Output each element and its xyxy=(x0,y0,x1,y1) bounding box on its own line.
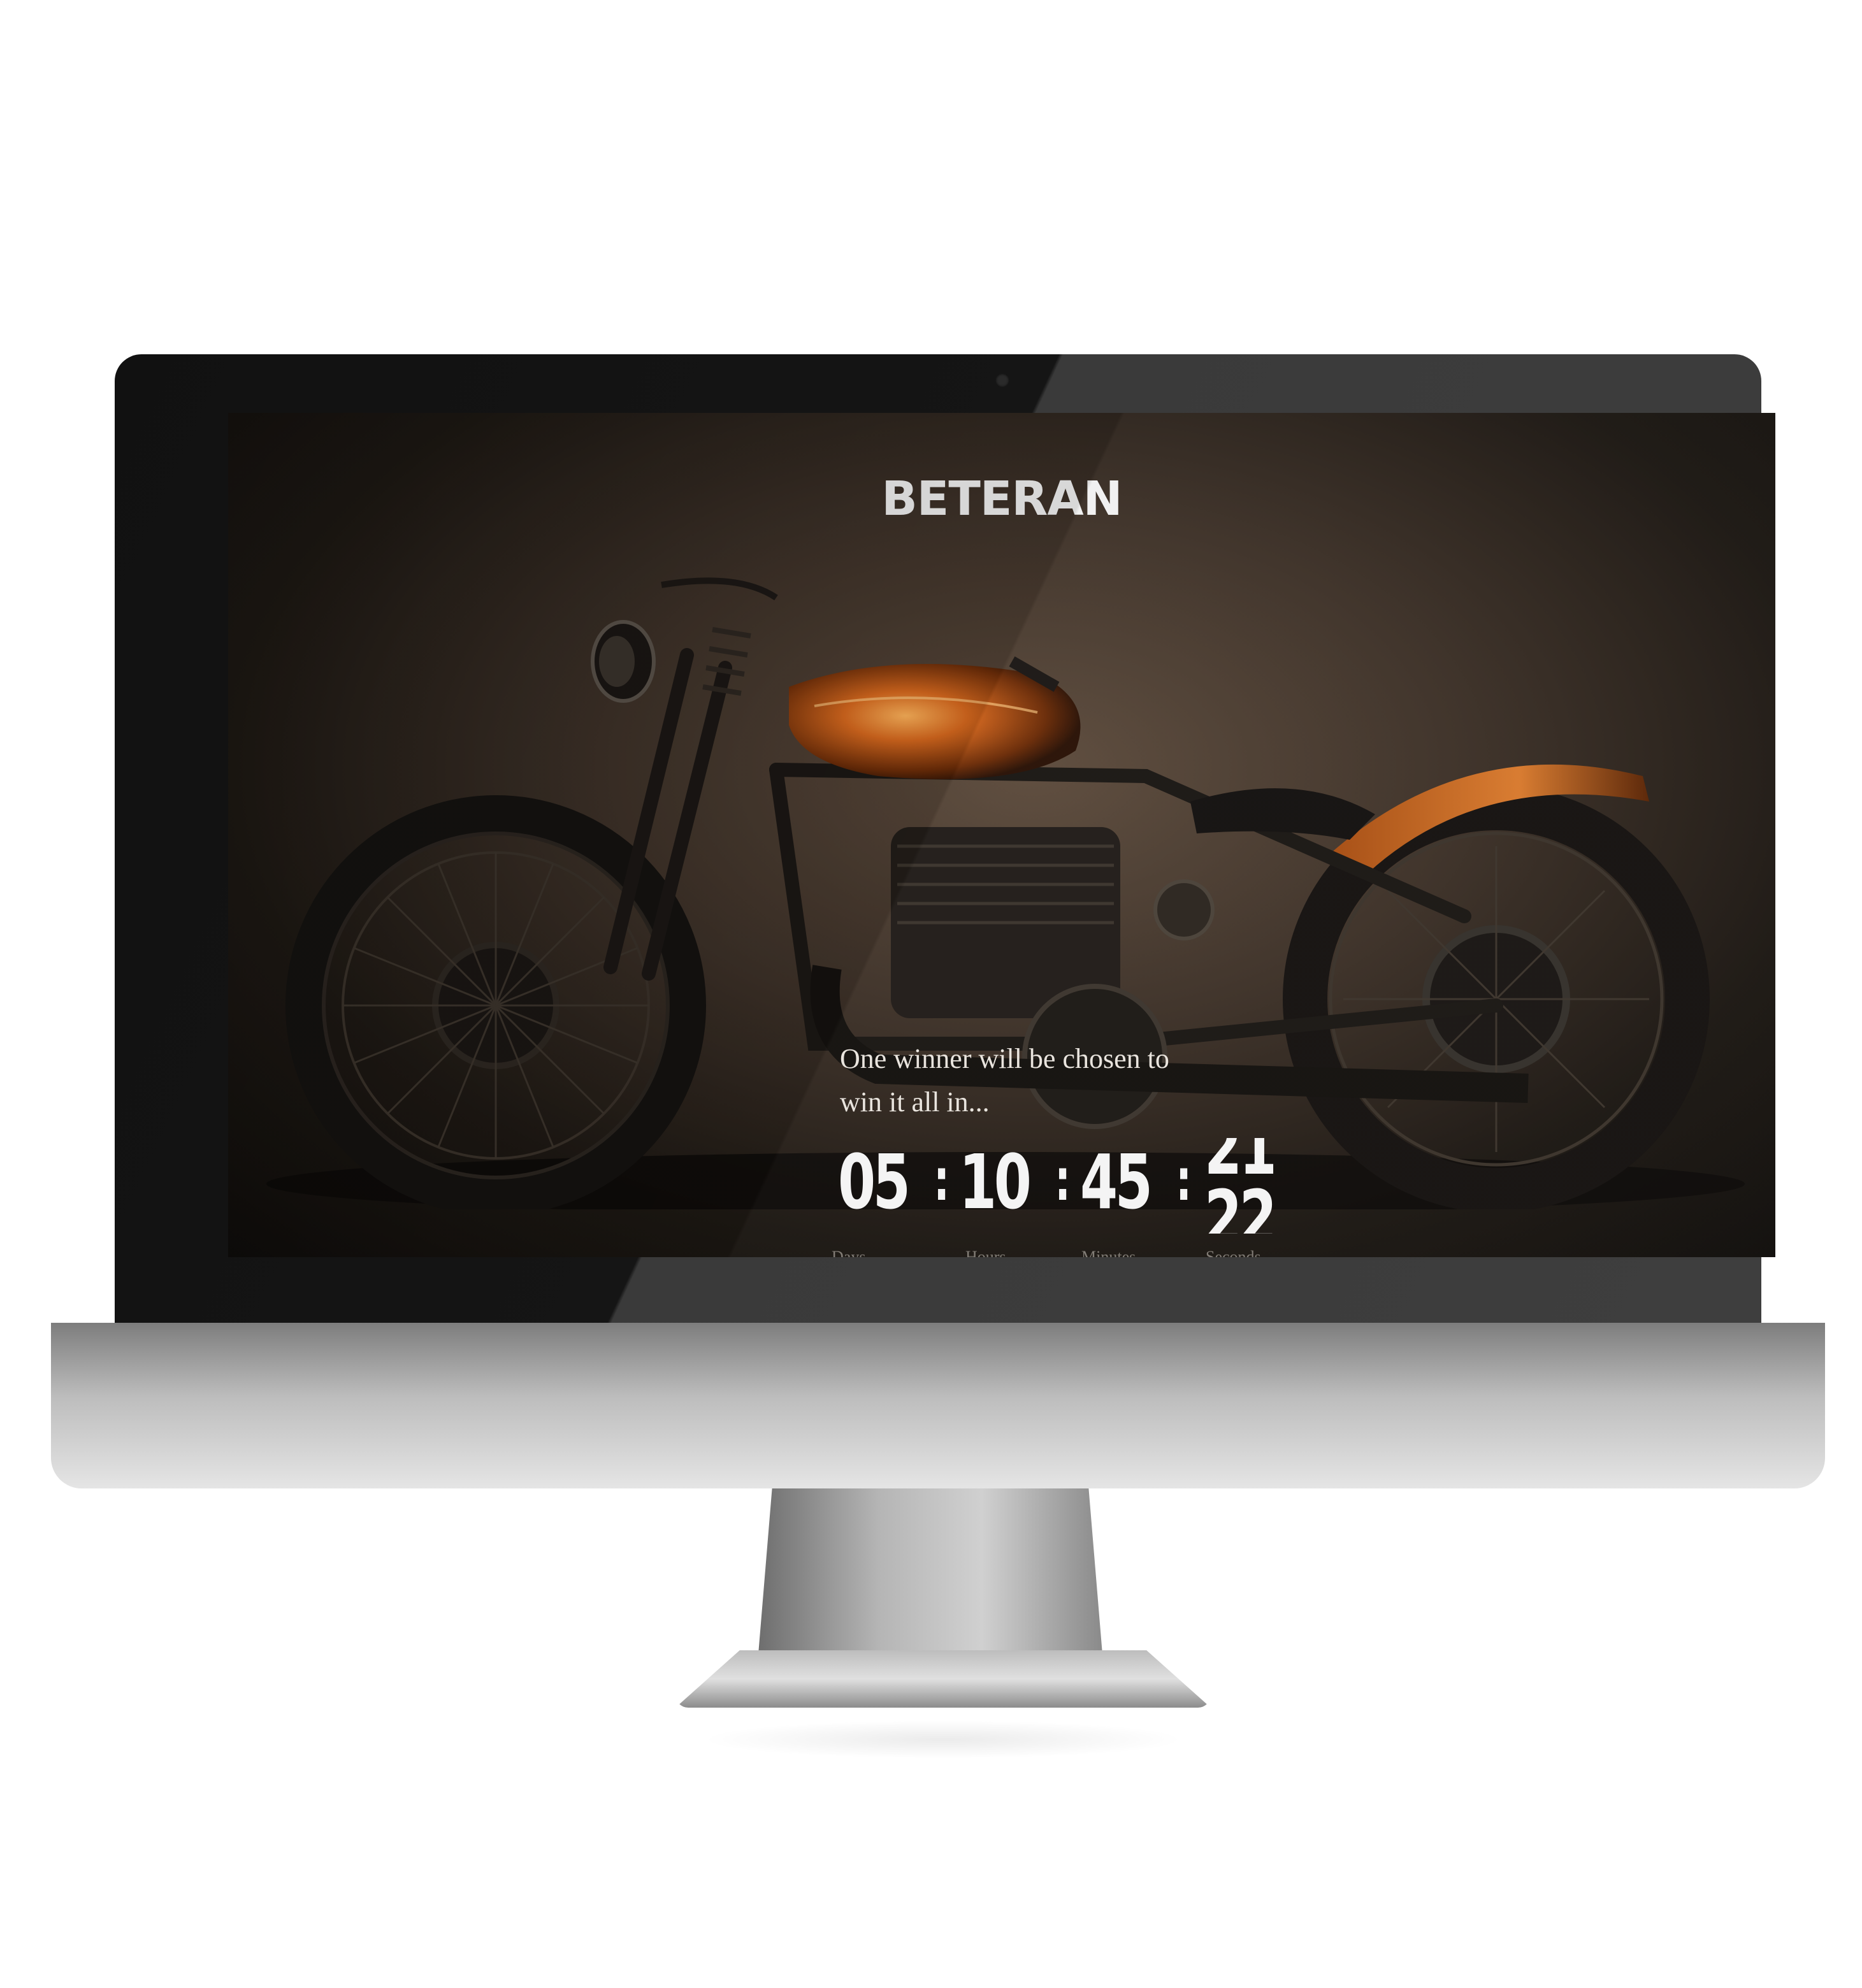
countdown-separator: : xyxy=(934,1147,950,1214)
monitor-base xyxy=(675,1650,1211,1708)
countdown-seconds: 22 xyxy=(1204,1174,1277,1234)
monitor-bezel: BETERAN One winner will be chosen to win… xyxy=(115,354,1775,1323)
hero-headline: One winner will be chosen to win it all … xyxy=(840,1037,1248,1124)
countdown-separator: : xyxy=(1055,1147,1071,1214)
countdown-timer: 05 : 10 : 45 : 21 22 Days Hours Minutes … xyxy=(832,1138,1348,1257)
website-screen: BETERAN One winner will be chosen to win… xyxy=(228,413,1775,1257)
hero-copy: One winner will be chosen to win it all … xyxy=(840,1037,1286,1124)
label-minutes: Minutes xyxy=(1081,1248,1136,1257)
headline-line-1: One winner will be chosen to xyxy=(840,1043,1169,1074)
countdown-days: 05 xyxy=(838,1138,911,1226)
base-reflection xyxy=(701,1720,1185,1759)
headline-line-2: win it all in... xyxy=(840,1086,990,1118)
brand-logo[interactable]: BETERAN xyxy=(228,472,1775,526)
countdown-seconds-roller: 21 22 xyxy=(1204,1138,1319,1234)
camera-icon xyxy=(995,373,1009,387)
monitor-chin xyxy=(51,1323,1825,1488)
imac-monitor: BETERAN One winner will be chosen to win… xyxy=(51,354,1825,1488)
label-days: Days xyxy=(832,1248,866,1257)
countdown-separator: : xyxy=(1176,1147,1192,1214)
label-seconds: Seconds xyxy=(1206,1248,1261,1257)
countdown-hours: 10 xyxy=(959,1138,1032,1226)
headlight xyxy=(591,620,656,703)
label-hours: Hours xyxy=(965,1248,1006,1257)
countdown-minutes: 45 xyxy=(1080,1138,1153,1226)
monitor-stand xyxy=(758,1488,1102,1654)
